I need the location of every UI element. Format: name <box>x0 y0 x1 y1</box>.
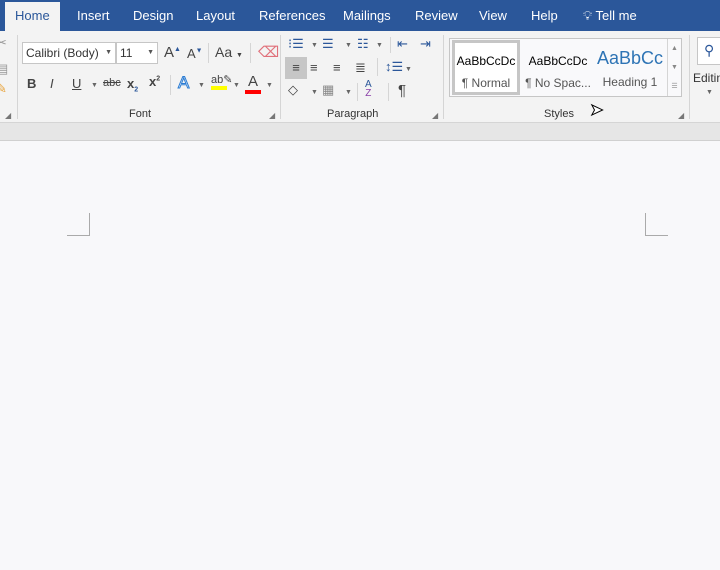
style-no-spacing[interactable]: AaBbCcDc ¶ No Spac... <box>524 40 592 95</box>
tab-view[interactable]: View <box>479 0 507 31</box>
font-color-icon[interactable]: A <box>245 73 261 94</box>
more-styles-icon[interactable]: ☰ <box>668 77 681 96</box>
numbering-dropdown-icon[interactable]: ▼ <box>345 42 352 49</box>
font-color-bar <box>245 90 261 94</box>
cut-icon[interactable]: ✂ <box>0 35 7 51</box>
line-spacing-dropdown-icon[interactable]: ▼ <box>405 66 412 73</box>
tab-home[interactable]: Home <box>5 2 60 31</box>
font-launcher-icon[interactable]: ◢ <box>269 111 275 120</box>
subscript-icon[interactable]: x2 <box>127 76 138 94</box>
sort-icon[interactable]: AZ <box>365 80 372 99</box>
italic-icon[interactable]: I <box>50 76 54 91</box>
change-case-label: Aa <box>215 44 233 60</box>
text-effects-icon[interactable]: A <box>177 73 189 93</box>
format-painter-icon[interactable]: ✎ <box>0 81 7 97</box>
clear-formatting-icon[interactable]: ⌫ <box>258 43 279 61</box>
style-normal[interactable]: AaBbCcDc ¶ Normal <box>452 40 520 95</box>
font-group-label: Font <box>129 108 152 120</box>
tab-references[interactable]: References <box>259 0 325 31</box>
ruler-strip <box>0 123 720 141</box>
shrink-font-icon[interactable]: A▼ <box>187 46 203 61</box>
text-effects-dropdown-icon[interactable]: ▼ <box>198 82 205 89</box>
paragraph-launcher-icon[interactable]: ◢ <box>432 111 438 120</box>
tab-insert[interactable]: Insert <box>77 0 110 31</box>
multilevel-list-icon[interactable]: ☷ <box>357 36 369 52</box>
ribbon-tabs: Home Insert Design Layout References Mai… <box>0 0 720 31</box>
tab-review[interactable]: Review <box>415 0 458 31</box>
font-name-select[interactable]: Calibri (Body) ▼ <box>22 42 116 64</box>
lightbulb-icon: 💡︎ <box>583 8 593 23</box>
underline-dropdown-icon[interactable]: ▼ <box>91 82 98 89</box>
ribbon: ✂ ▤ ✎ ◢ Calibri (Body) ▼ 11 ▼ A▲ A▼ Aa ▼ ⌫… <box>0 31 720 123</box>
clipboard-launcher-icon[interactable]: ◢ <box>5 111 11 120</box>
style-sample: AaBbCc <box>596 48 664 68</box>
styles-launcher-icon[interactable]: ◢ <box>678 111 684 120</box>
margin-corner-left <box>67 213 90 236</box>
tell-me[interactable]: 💡︎ Tell me <box>583 0 637 31</box>
highlight-icon[interactable]: ab✎ <box>211 73 232 90</box>
margin-corner-right <box>645 213 668 236</box>
bullets-icon[interactable]: ⁝☰ <box>288 36 304 52</box>
tab-help[interactable]: Help <box>531 0 558 31</box>
paragraph-group-label: Paragraph <box>327 108 379 120</box>
style-heading-1[interactable]: AaBbCc Heading 1 <box>596 40 664 95</box>
borders-icon[interactable]: ▦ <box>322 82 334 98</box>
chevron-down-icon: ▼ <box>147 49 154 56</box>
highlight-dropdown-icon[interactable]: ▼ <box>233 82 240 89</box>
superscript-icon[interactable]: x2 <box>149 74 160 89</box>
tab-layout[interactable]: Layout <box>196 0 235 31</box>
change-case-button[interactable]: Aa ▼ <box>215 44 243 60</box>
style-sample: AaBbCcDc <box>528 54 588 68</box>
align-left-icon[interactable]: ≡ <box>285 57 307 79</box>
style-name: ¶ Normal <box>461 76 511 90</box>
align-center-icon[interactable]: ≡ <box>310 60 318 75</box>
shading-icon[interactable]: ◇ <box>288 82 298 98</box>
copy-icon[interactable]: ▤ <box>0 61 8 77</box>
bullets-dropdown-icon[interactable]: ▼ <box>311 42 318 49</box>
highlight-color-bar <box>211 86 227 90</box>
document-page[interactable] <box>0 142 720 570</box>
editing-button[interactable]: Editing <box>693 71 720 85</box>
tab-design[interactable]: Design <box>133 0 173 31</box>
multilevel-dropdown-icon[interactable]: ▼ <box>376 42 383 49</box>
chevron-down-icon: ▼ <box>105 49 112 56</box>
scroll-down-icon[interactable]: ▼ <box>668 58 681 77</box>
show-formatting-marks-icon[interactable]: ¶ <box>398 82 406 99</box>
underline-icon[interactable]: U <box>72 76 81 91</box>
line-spacing-icon[interactable]: ↕☰ <box>385 59 403 75</box>
search-icon[interactable]: ⚲ <box>697 37 720 65</box>
font-size-select[interactable]: 11 ▼ <box>116 42 158 64</box>
style-sample: AaBbCcDc <box>456 54 516 68</box>
font-size-value: 11 <box>120 46 133 60</box>
styles-scrollbar[interactable]: ▲ ▼ ☰ <box>667 39 681 96</box>
styles-group-label: Styles <box>544 108 574 120</box>
mouse-cursor-icon: ➤ <box>589 102 604 120</box>
style-name: ¶ No Spac... <box>525 76 591 90</box>
font-name-value: Calibri (Body) <box>26 46 99 60</box>
scroll-up-icon[interactable]: ▲ <box>668 39 681 58</box>
grow-font-icon[interactable]: A▲ <box>164 44 181 61</box>
numbering-icon[interactable]: ☰ <box>322 36 334 52</box>
decrease-indent-icon[interactable]: ⇤ <box>397 36 408 52</box>
shading-dropdown-icon[interactable]: ▼ <box>311 89 318 96</box>
bold-icon[interactable]: B <box>27 76 36 91</box>
font-color-dropdown-icon[interactable]: ▼ <box>266 82 273 89</box>
style-name: Heading 1 <box>602 75 658 89</box>
tell-me-label: Tell me <box>595 8 637 23</box>
justify-icon[interactable]: ≣ <box>355 60 366 76</box>
increase-indent-icon[interactable]: ⇥ <box>420 36 431 52</box>
align-right-icon[interactable]: ≡ <box>333 60 341 75</box>
strikethrough-icon[interactable]: abc <box>103 77 121 89</box>
editing-dropdown-icon[interactable]: ▼ <box>706 89 713 96</box>
borders-dropdown-icon[interactable]: ▼ <box>345 89 352 96</box>
tab-mailings[interactable]: Mailings <box>343 0 391 31</box>
